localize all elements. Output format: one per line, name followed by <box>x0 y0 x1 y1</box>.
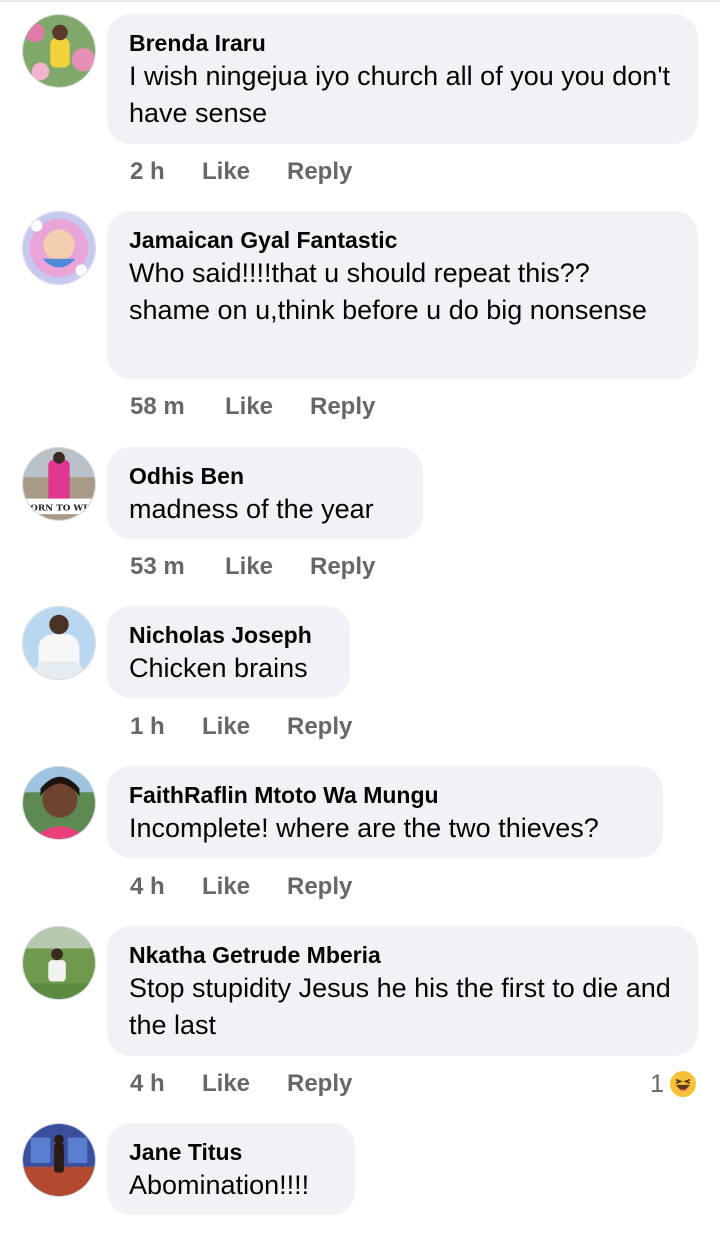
reaction-count: 1 <box>650 1069 664 1098</box>
comment-text: Stop stupidity Jesus he his the first to… <box>129 973 671 1040</box>
reaction-summary[interactable]: 1 <box>650 1067 698 1101</box>
reply-button[interactable]: Reply <box>310 553 375 581</box>
comment-timestamp[interactable]: 4 h <box>130 1070 202 1098</box>
commenter-name[interactable]: Jane Titus <box>129 1137 333 1167</box>
comment-actions: 58 m Like Reply <box>130 390 375 424</box>
commenter-name[interactable]: Nkatha Getrude Mberia <box>129 940 676 970</box>
comment-timestamp[interactable]: 4 h <box>130 873 202 901</box>
comment-bubble: Nkatha Getrude Mberia Stop stupidity Jes… <box>107 926 698 1056</box>
comment-text: I wish ningejua iyo church all of you yo… <box>129 61 670 128</box>
avatar[interactable] <box>22 14 96 88</box>
comment-text: Incomplete! where are the two thieves? <box>129 813 599 843</box>
commenter-name[interactable]: Odhis Ben <box>129 461 401 491</box>
reply-button[interactable]: Reply <box>310 393 375 421</box>
comment-bubble: Jamaican Gyal Fantastic Who said!!!!that… <box>107 211 698 379</box>
comment-timestamp[interactable]: 2 h <box>130 158 202 186</box>
comment-timestamp[interactable]: 1 h <box>130 713 202 741</box>
comment-actions: 1 h Like Reply <box>130 710 352 744</box>
avatar[interactable] <box>22 606 96 680</box>
comment-bubble: Brenda Iraru I wish ningejua iyo church … <box>107 14 698 144</box>
avatar[interactable] <box>22 211 96 285</box>
reply-button[interactable]: Reply <box>287 1070 352 1098</box>
haha-emoji-icon <box>668 1069 698 1099</box>
comment-bubble: Jane Titus Abomination!!!! <box>107 1123 355 1215</box>
comment-bubble: Nicholas Joseph Chicken brains <box>107 606 350 698</box>
avatar[interactable] <box>22 1123 96 1197</box>
comment-text: Who said!!!!that u should repeat this?? … <box>129 258 647 325</box>
commenter-name[interactable]: FaithRaflin Mtoto Wa Mungu <box>129 780 641 810</box>
comment-timestamp[interactable]: 58 m <box>130 393 225 421</box>
comment-actions: 2 h Like Reply <box>130 155 352 189</box>
like-button[interactable]: Like <box>202 873 287 901</box>
commenter-name[interactable]: Nicholas Joseph <box>129 620 328 650</box>
like-button[interactable]: Like <box>225 553 310 581</box>
like-button[interactable]: Like <box>202 713 287 741</box>
like-button[interactable]: Like <box>202 1070 287 1098</box>
comment-bubble: Odhis Ben madness of the year <box>107 447 423 539</box>
comment-text: madness of the year <box>129 494 374 524</box>
like-button[interactable]: Like <box>225 393 310 421</box>
comment-bubble: FaithRaflin Mtoto Wa Mungu Incomplete! w… <box>107 766 663 858</box>
like-button[interactable]: Like <box>202 158 287 186</box>
comment-actions: 4 h Like Reply <box>130 1067 352 1101</box>
comment-timestamp[interactable]: 53 m <box>130 553 225 581</box>
commenter-name[interactable]: Jamaican Gyal Fantastic <box>129 225 676 255</box>
comment-text: Chicken brains <box>129 653 308 683</box>
top-divider <box>0 0 720 2</box>
avatar[interactable] <box>22 926 96 1000</box>
avatar[interactable] <box>22 766 96 840</box>
commenter-name[interactable]: Brenda Iraru <box>129 28 676 58</box>
avatar[interactable]: BORN TO WIN <box>22 447 96 521</box>
avatar-caption: BORN TO WIN <box>23 503 95 513</box>
reply-button[interactable]: Reply <box>287 713 352 741</box>
comment-actions: 4 h Like Reply <box>130 870 352 904</box>
comment-text: Abomination!!!! <box>129 1170 310 1200</box>
comment-actions: 53 m Like Reply <box>130 550 375 584</box>
reply-button[interactable]: Reply <box>287 158 352 186</box>
reply-button[interactable]: Reply <box>287 873 352 901</box>
